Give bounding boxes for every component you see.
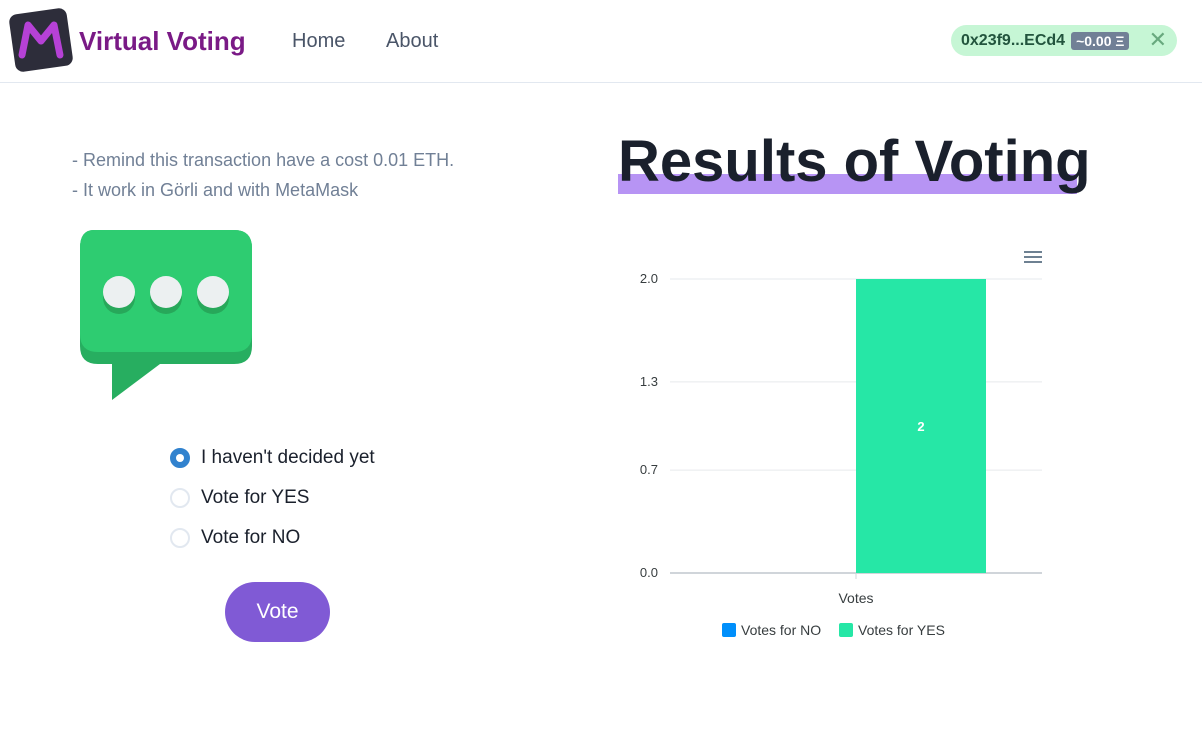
- option-vote-no[interactable]: Vote for NO: [170, 526, 300, 550]
- wallet-address: 0x23f9...ECd4: [961, 31, 1066, 49]
- y-tick-label: 1.3: [640, 374, 658, 389]
- legend[interactable]: Votes for NO Votes for YES: [722, 622, 945, 638]
- option-undecided[interactable]: I haven't decided yet: [170, 446, 375, 470]
- brand-title[interactable]: Virtual Voting: [79, 26, 246, 57]
- radio-vote-no[interactable]: [170, 528, 190, 548]
- wallet-badge[interactable]: 0x23f9...ECd4 ~0.00 Ξ ✕: [951, 25, 1177, 56]
- results-heading: Results of Voting: [618, 128, 1091, 198]
- y-axis-ticks: 2.0 1.3 0.7 0.0: [640, 271, 658, 580]
- virtual-voting-logo[interactable]: [8, 7, 74, 73]
- x-axis-labels: Votes: [838, 590, 873, 606]
- chat-bubble-icon: [80, 230, 252, 400]
- wallet-balance: ~0.00 Ξ: [1071, 31, 1130, 50]
- x-tick-label: Votes: [838, 590, 873, 606]
- legend-label: Votes for NO: [741, 622, 821, 638]
- option-label: Vote for YES: [201, 487, 310, 508]
- bar-data-label: 2: [917, 419, 924, 434]
- y-tick-label: 2.0: [640, 271, 658, 286]
- option-vote-yes[interactable]: Vote for YES: [170, 486, 309, 510]
- nav-about-link[interactable]: About: [386, 30, 438, 53]
- bars: 2: [856, 279, 986, 573]
- header: Virtual Voting Home About 0x23f9...ECd4 …: [0, 0, 1202, 83]
- nav-home-link[interactable]: Home: [292, 30, 345, 53]
- hamburger-menu-icon[interactable]: [1024, 251, 1042, 263]
- results-bar-chart: 2.01.30.70.0 2 Votes Votes for NO Votes f…: [640, 251, 1042, 638]
- results-title: Results of Voting: [618, 129, 1091, 194]
- legend-marker: [722, 623, 736, 637]
- y-tick-label: 0.0: [640, 565, 658, 580]
- legend-marker: [839, 623, 853, 637]
- network-note: - It work in Görli and with MetaMask: [72, 180, 359, 200]
- radio-undecided[interactable]: [170, 448, 190, 468]
- radio-vote-yes[interactable]: [170, 488, 190, 508]
- y-tick-label: 0.7: [640, 462, 658, 477]
- option-label: I haven't decided yet: [201, 447, 375, 468]
- option-label: Vote for NO: [201, 527, 301, 548]
- legend-label: Votes for YES: [858, 622, 945, 638]
- vote-button[interactable]: Vote: [225, 582, 330, 642]
- cost-note: - Remind this transaction have a cost 0.…: [72, 150, 455, 170]
- close-icon[interactable]: ✕: [1149, 27, 1167, 53]
